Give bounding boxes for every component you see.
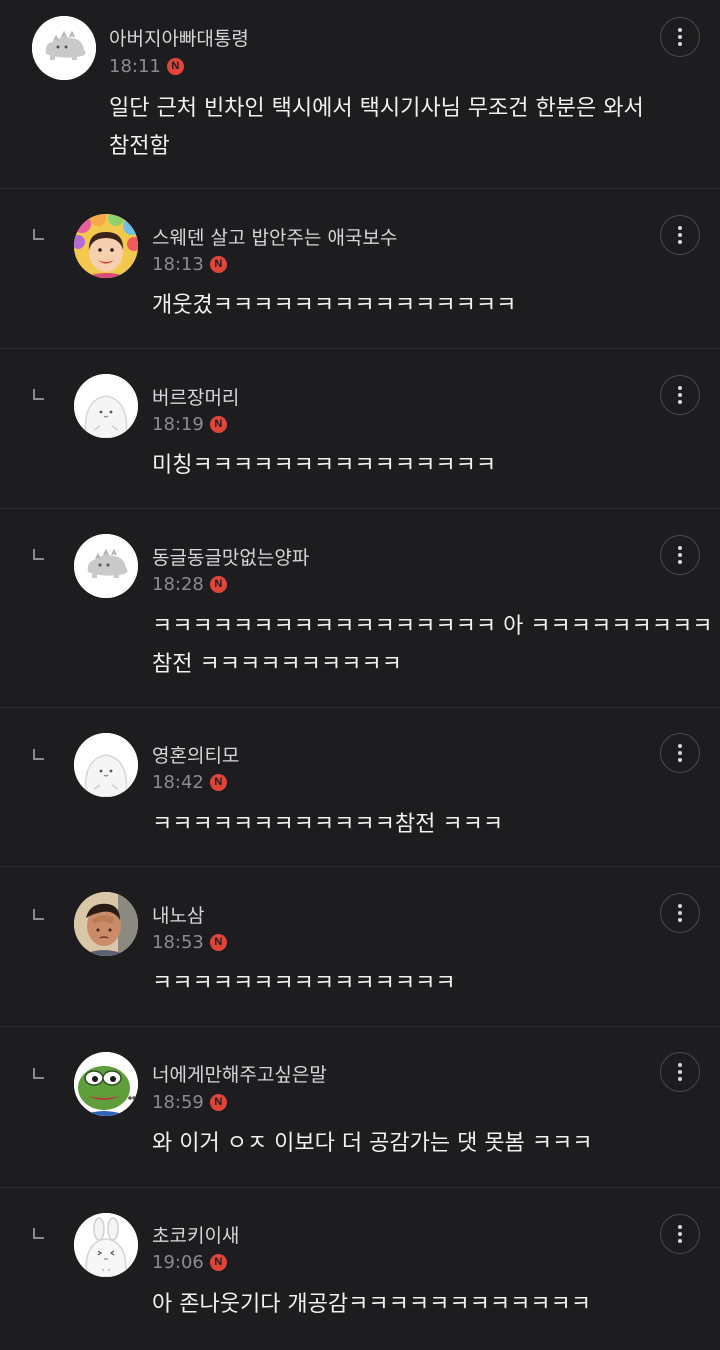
more-options-button[interactable]: [660, 733, 700, 773]
more-vertical-icon: [678, 904, 682, 908]
more-vertical-icon-dot: [678, 1070, 682, 1074]
reply-item: 너에게만해주고싶은말 18:59 N 와 이거 ㅇㅈ 이보다 더 공감가는 댓 …: [0, 1027, 720, 1188]
more-vertical-icon-dot: [678, 42, 682, 46]
more-vertical-icon: [678, 744, 682, 748]
new-badge: N: [166, 58, 184, 75]
new-badge: N: [209, 256, 227, 273]
dino-avatar-icon[interactable]: [32, 16, 96, 80]
comment-time: 18:28: [152, 574, 204, 595]
comment-text: 미칭ㅋㅋㅋㅋㅋㅋㅋㅋㅋㅋㅋㅋㅋㅋㅋ: [152, 453, 497, 478]
comment-time: 18:42: [152, 772, 204, 793]
reply-item: 동글동글맛없는양파 18:28 N ㅋㅋㅋㅋㅋㅋㅋㅋㅋㅋㅋㅋㅋㅋㅋㅋㅋ 아 ㅋㅋ…: [0, 509, 720, 708]
pepe-frog-avatar[interactable]: [74, 1052, 138, 1116]
new-badge: N: [209, 934, 227, 951]
more-vertical-icon-dot: [678, 553, 682, 557]
more-vertical-icon-dot: [678, 393, 682, 397]
comment-time: 18:13: [152, 254, 204, 275]
bunny-avatar-icon[interactable]: [74, 1213, 138, 1277]
comment-nickname[interactable]: 초코키이새: [152, 1221, 239, 1248]
comment-text: 와 이거 ㅇㅈ 이보다 더 공감가는 댓 못봄 ㅋㅋㅋ: [152, 1131, 593, 1156]
comment-meta: 18:59 N: [152, 1092, 227, 1113]
comment-nickname[interactable]: 영혼의티모: [152, 741, 239, 768]
more-vertical-icon-dot: [678, 751, 682, 755]
reply-item: 내노삼 18:53 N ㅋㅋㅋㅋㅋㅋㅋㅋㅋㅋㅋㅋㅋㅋㅋ: [0, 867, 720, 1027]
dino-avatar-icon[interactable]: [74, 534, 138, 598]
new-badge: N: [209, 1254, 227, 1271]
more-vertical-icon-dot: [678, 758, 682, 762]
more-options-button[interactable]: [660, 1052, 700, 1092]
comment-nickname[interactable]: 스웨덴 살고 밥안주는 애국보수: [152, 223, 397, 250]
comment-text: ㅋㅋㅋㅋㅋㅋㅋㅋㅋㅋㅋㅋ참전 ㅋㅋㅋ: [152, 812, 504, 837]
more-vertical-icon: [678, 386, 682, 390]
more-vertical-icon-dot: [678, 560, 682, 564]
comment-meta: 18:13 N: [152, 254, 227, 275]
new-badge: N: [209, 1094, 227, 1111]
reply-corner-icon: [33, 229, 44, 240]
more-options-button[interactable]: [660, 893, 700, 933]
more-vertical-icon-dot: [678, 400, 682, 404]
comment-nickname[interactable]: 내노삼: [152, 901, 204, 928]
reply-item: 스웨덴 살고 밥안주는 애국보수 18:13 N 개웃겼ㅋㅋㅋㅋㅋㅋㅋㅋㅋㅋㅋㅋ…: [0, 189, 720, 349]
reply-corner-icon: [33, 549, 44, 560]
more-vertical-icon: [678, 226, 682, 230]
comment-text: 개웃겼ㅋㅋㅋㅋㅋㅋㅋㅋㅋㅋㅋㅋㅋㅋㅋ: [152, 293, 517, 318]
comment-meta: 18:28 N: [152, 574, 227, 595]
comment-meta: 18:53 N: [152, 932, 227, 953]
more-vertical-icon: [678, 1063, 682, 1067]
more-options-button[interactable]: [660, 535, 700, 575]
reply-corner-icon: [33, 749, 44, 760]
comment-time: 19:06: [152, 1252, 204, 1273]
new-badge: N: [209, 774, 227, 791]
man-head-in-hand-avatar[interactable]: [74, 892, 138, 956]
reply-corner-icon: [33, 1068, 44, 1079]
comment-nickname[interactable]: 버르장머리: [152, 383, 239, 410]
comment-text: ㅋㅋㅋㅋㅋㅋㅋㅋㅋㅋㅋㅋㅋㅋㅋㅋㅋ 아 ㅋㅋㅋㅋㅋㅋㅋㅋㅋ 참전 ㅋㅋㅋㅋㅋㅋㅋ…: [152, 614, 713, 677]
more-vertical-icon-dot: [678, 1239, 682, 1243]
reply-corner-icon: [33, 909, 44, 920]
comment-meta: 18:11 N: [109, 56, 184, 77]
comment-time: 18:53: [152, 932, 204, 953]
comment-meta: 19:06 N: [152, 1252, 227, 1273]
new-badge: N: [209, 576, 227, 593]
more-vertical-icon: [678, 28, 682, 32]
more-vertical-icon-dot: [678, 240, 682, 244]
comment-time: 18:59: [152, 1092, 204, 1113]
comment-meta: 18:19 N: [152, 414, 227, 435]
more-options-button[interactable]: [660, 1214, 700, 1254]
comment-nickname[interactable]: 너에게만해주고싶은말: [152, 1060, 327, 1087]
flower-crown-woman-avatar[interactable]: [74, 214, 138, 278]
more-vertical-icon-dot: [678, 233, 682, 237]
comment-text: 아 존나웃기다 개공감ㅋㅋㅋㅋㅋㅋㅋㅋㅋㅋㅋㅋ: [152, 1292, 592, 1317]
reply-item: 초코키이새 19:06 N 아 존나웃기다 개공감ㅋㅋㅋㅋㅋㅋㅋㅋㅋㅋㅋㅋ: [0, 1188, 720, 1350]
comment-nickname[interactable]: 아버지아빠대통령: [109, 24, 249, 51]
more-vertical-icon-dot: [678, 918, 682, 922]
more-options-button[interactable]: [660, 375, 700, 415]
more-options-button[interactable]: [660, 215, 700, 255]
more-vertical-icon-dot: [678, 1077, 682, 1081]
reply-item: 버르장머리 18:19 N 미칭ㅋㅋㅋㅋㅋㅋㅋㅋㅋㅋㅋㅋㅋㅋㅋ: [0, 349, 720, 509]
comment-nickname[interactable]: 동글동글맛없는양파: [152, 543, 309, 570]
more-vertical-icon: [678, 1225, 682, 1229]
more-vertical-icon-dot: [678, 911, 682, 915]
more-vertical-icon-dot: [678, 35, 682, 39]
comment-time: 18:19: [152, 414, 204, 435]
comment-text: 일단 근처 빈차인 택시에서 택시기사님 무조건 한분은 와서 참전함: [109, 96, 644, 159]
comment-time: 18:11: [109, 56, 161, 77]
blob-avatar-icon[interactable]: [74, 374, 138, 438]
comment-text: ㅋㅋㅋㅋㅋㅋㅋㅋㅋㅋㅋㅋㅋㅋㅋ: [152, 971, 456, 996]
reply-corner-icon: [33, 1228, 44, 1239]
comment-item: 아버지아빠대통령 18:11 N 일단 근처 빈차인 택시에서 택시기사님 무조…: [0, 0, 720, 189]
new-badge: N: [209, 416, 227, 433]
reply-item: 영혼의티모 18:42 N ㅋㅋㅋㅋㅋㅋㅋㅋㅋㅋㅋㅋ참전 ㅋㅋㅋ: [0, 708, 720, 867]
reply-corner-icon: [33, 389, 44, 400]
more-vertical-icon-dot: [678, 1232, 682, 1236]
blob-avatar-icon[interactable]: [74, 733, 138, 797]
more-options-button[interactable]: [660, 17, 700, 57]
comment-meta: 18:42 N: [152, 772, 227, 793]
more-vertical-icon: [678, 546, 682, 550]
